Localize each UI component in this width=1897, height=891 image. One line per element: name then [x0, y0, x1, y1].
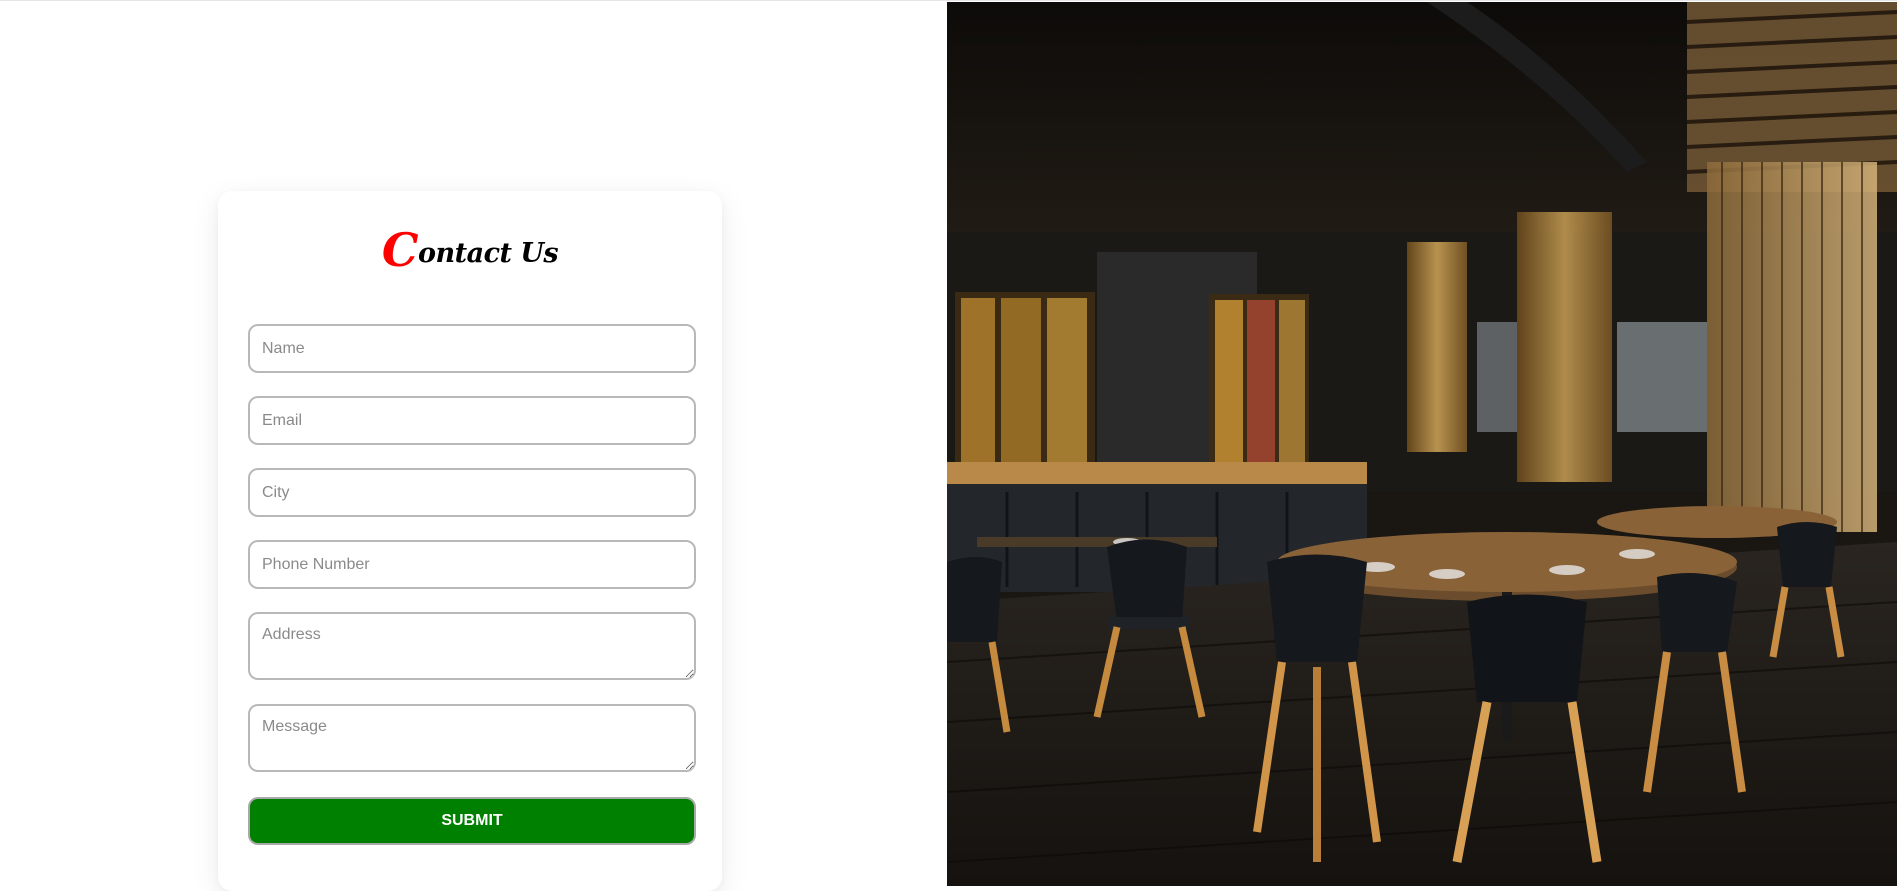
- contact-form-card: Contact Us SUBMIT: [218, 191, 722, 891]
- title-initial: C: [381, 223, 419, 277]
- name-input[interactable]: [248, 324, 696, 373]
- phone-input[interactable]: [248, 540, 696, 589]
- address-textarea[interactable]: [248, 612, 696, 680]
- restaurant-photo: [947, 2, 1897, 886]
- page-title: Contact Us: [218, 223, 722, 277]
- contact-section: Contact Us SUBMIT: [0, 1, 947, 891]
- restaurant-interior-illustration: [947, 2, 1897, 886]
- email-input[interactable]: [248, 396, 696, 445]
- message-textarea[interactable]: [248, 704, 696, 772]
- title-rest: ontact Us: [417, 238, 559, 269]
- city-input[interactable]: [248, 468, 696, 517]
- submit-button[interactable]: SUBMIT: [248, 797, 696, 845]
